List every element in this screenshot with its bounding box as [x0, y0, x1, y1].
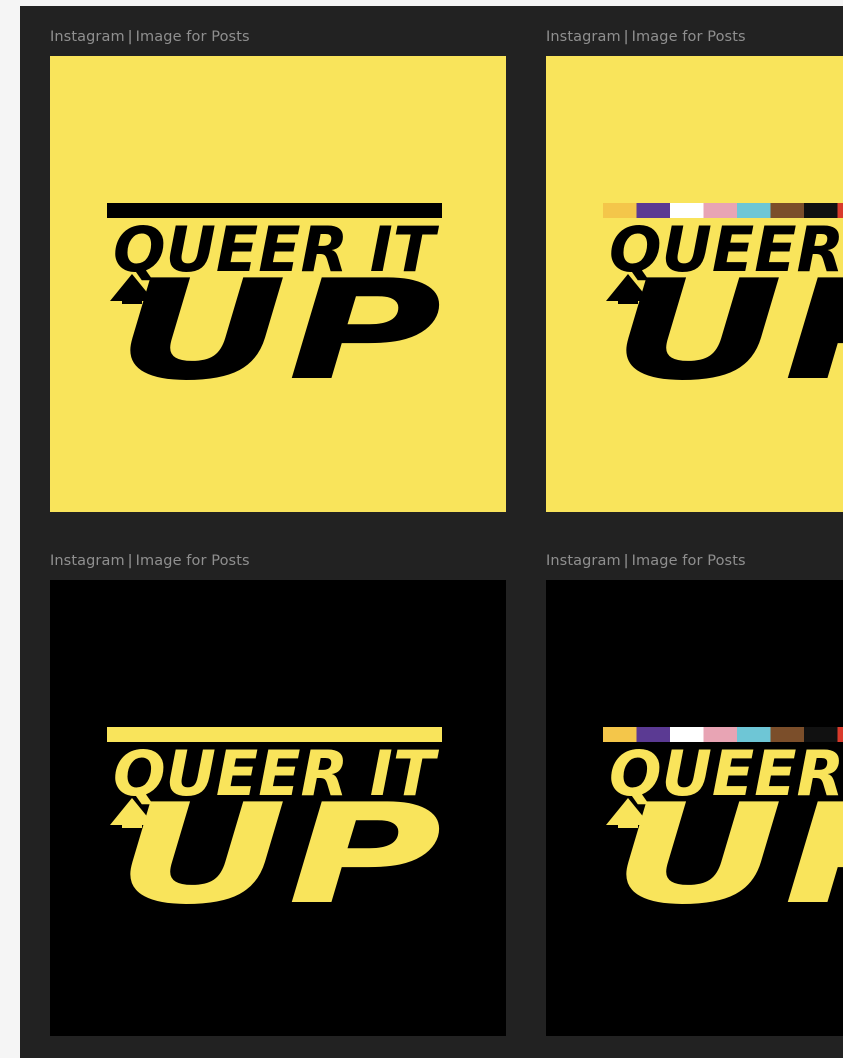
frame-label[interactable]: Instagram | Image for Posts [546, 553, 746, 569]
frame-label-app: Instagram [50, 29, 125, 45]
frame-label-app: Instagram [546, 553, 621, 569]
frame-label-separator: | [623, 553, 629, 569]
frame-label-app: Instagram [546, 29, 621, 45]
frame-label-separator: | [127, 29, 133, 45]
frame-label-app: Instagram [50, 553, 125, 569]
queer-it-up-logo: QUEER ITUP [603, 203, 843, 411]
frame-label-kind: Image for Posts [631, 553, 746, 569]
design-canvas[interactable]: Instagram | Image for Posts QUEER IT UP Ins… [20, 6, 843, 1058]
queer-it-up-logo: QUEER ITUP [107, 203, 442, 411]
artboard[interactable]: QUEER ITUP [50, 56, 506, 512]
frame-label[interactable]: Instagram | Image for Posts [546, 29, 746, 45]
queer-it-up-logo: QUEER ITUP [107, 727, 442, 935]
frame-label[interactable]: Instagram | Image for Posts [50, 29, 250, 45]
frame-label[interactable]: Instagram | Image for Posts [50, 553, 250, 569]
logo-line-up: UP [612, 774, 843, 935]
logo-line-up: UP [116, 250, 442, 411]
artboard[interactable]: QUEER ITUP [546, 580, 843, 1036]
artboard[interactable]: QUEER ITUP [50, 580, 506, 1036]
logo-line-up: UP [116, 774, 442, 935]
logo-line-up: UP [612, 250, 843, 411]
queer-it-up-logo: QUEER ITUP [603, 727, 843, 935]
frame-label-kind: Image for Posts [135, 553, 250, 569]
artboard[interactable]: QUEER ITUP [546, 56, 843, 512]
frame-label-separator: | [623, 29, 629, 45]
frame-label-kind: Image for Posts [631, 29, 746, 45]
frame-label-kind: Image for Posts [135, 29, 250, 45]
frame-label-separator: | [127, 553, 133, 569]
